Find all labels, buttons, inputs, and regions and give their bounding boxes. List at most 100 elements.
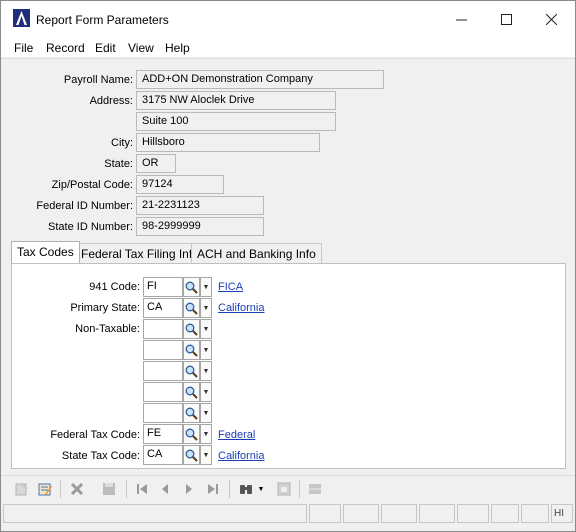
chevron-down-icon: ▼ bbox=[202, 283, 210, 291]
primary-state-label: Primary State: bbox=[70, 302, 140, 314]
last-record-button[interactable] bbox=[204, 480, 222, 498]
title-bar: Report Form Parameters bbox=[1, 1, 575, 37]
tab-federal-tax-filing-info[interactable]: Federal Tax Filing Info bbox=[75, 243, 205, 264]
toolbar: ▼ bbox=[1, 475, 575, 501]
magnifier-icon bbox=[185, 323, 198, 336]
minimize-button[interactable] bbox=[439, 1, 484, 37]
non-taxable-input-1[interactable] bbox=[143, 319, 183, 339]
federal-tax-code-input[interactable]: FE bbox=[143, 424, 183, 444]
chevron-down-icon: ▼ bbox=[202, 451, 210, 459]
toolbar-separator bbox=[60, 480, 61, 498]
delete-button[interactable] bbox=[68, 480, 86, 498]
state-id-label: State ID Number: bbox=[48, 221, 133, 233]
non-taxable-dropdown-button-1[interactable]: ▼ bbox=[200, 319, 212, 339]
non-taxable-dropdown-button-2[interactable]: ▼ bbox=[200, 340, 212, 360]
maximize-button[interactable] bbox=[484, 1, 529, 37]
magnifier-icon bbox=[185, 449, 198, 462]
binoculars-icon bbox=[240, 485, 252, 494]
menu-file[interactable]: File bbox=[14, 41, 33, 55]
federal-id-field: 21-2231123 bbox=[136, 196, 264, 215]
status-panel-6 bbox=[457, 504, 489, 523]
menu-bar: File Record Edit View Help bbox=[1, 37, 575, 57]
window-title: Report Form Parameters bbox=[36, 13, 169, 27]
app-logo-icon bbox=[13, 9, 30, 27]
state-tax-code-lookup-button[interactable] bbox=[183, 445, 200, 465]
city-field: Hillsboro bbox=[136, 133, 320, 152]
non-taxable-lookup-button-5[interactable] bbox=[183, 403, 200, 423]
primary-state-lookup-button[interactable] bbox=[183, 298, 200, 318]
non-taxable-input-5[interactable] bbox=[143, 403, 183, 423]
federal-tax-code-link[interactable]: Federal bbox=[218, 429, 255, 441]
state-field: OR bbox=[136, 154, 176, 173]
status-panel-3 bbox=[343, 504, 379, 523]
menu-record[interactable]: Record bbox=[46, 41, 85, 55]
magnifier-icon bbox=[185, 281, 198, 294]
chevron-down-icon: ▼ bbox=[202, 325, 210, 333]
tax-codes-panel: 941 Code: FI ▼ FICA Primary State: CA ▼ … bbox=[11, 263, 566, 469]
federal-tax-code-label: Federal Tax Code: bbox=[50, 429, 140, 441]
non-taxable-dropdown-button-4[interactable]: ▼ bbox=[200, 382, 212, 402]
report-form-parameters-window: Report Form Parameters File Record Edit … bbox=[0, 0, 576, 532]
state-tax-code-link[interactable]: California bbox=[218, 450, 264, 462]
grid-view-icon bbox=[309, 484, 321, 494]
edit-record-button[interactable] bbox=[36, 480, 54, 498]
federal-tax-code-dropdown-button[interactable]: ▼ bbox=[200, 424, 212, 444]
primary-state-link[interactable]: California bbox=[218, 302, 264, 314]
magnifier-icon bbox=[185, 407, 198, 420]
non-taxable-dropdown-button-3[interactable]: ▼ bbox=[200, 361, 212, 381]
grid-view-button[interactable] bbox=[306, 480, 324, 498]
code-941-lookup-button[interactable] bbox=[183, 277, 200, 297]
previous-record-icon bbox=[162, 484, 168, 494]
chevron-down-icon: ▼ bbox=[202, 367, 210, 375]
save-button[interactable] bbox=[100, 480, 118, 498]
new-record-button[interactable] bbox=[13, 480, 31, 498]
code-941-dropdown-button[interactable]: ▼ bbox=[200, 277, 212, 297]
first-record-button[interactable] bbox=[133, 480, 151, 498]
magnifier-icon bbox=[185, 428, 198, 441]
tab-ach-and-banking-info[interactable]: ACH and Banking Info bbox=[191, 243, 322, 264]
address-line2-field: Suite 100 bbox=[136, 112, 336, 131]
status-panel-7 bbox=[491, 504, 519, 523]
menu-view[interactable]: View bbox=[128, 41, 154, 55]
status-panel-last: HI bbox=[551, 504, 573, 523]
find-button[interactable] bbox=[237, 480, 255, 498]
code-941-input[interactable]: FI bbox=[143, 277, 183, 297]
non-taxable-lookup-button-1[interactable] bbox=[183, 319, 200, 339]
chevron-down-icon: ▼ bbox=[202, 346, 210, 354]
find-dropdown-button[interactable]: ▼ bbox=[256, 480, 266, 498]
status-message-panel bbox=[3, 504, 307, 523]
non-taxable-input-2[interactable] bbox=[143, 340, 183, 360]
non-taxable-lookup-button-4[interactable] bbox=[183, 382, 200, 402]
non-taxable-dropdown-button-5[interactable]: ▼ bbox=[200, 403, 212, 423]
first-record-icon bbox=[137, 484, 147, 494]
previous-record-button[interactable] bbox=[156, 480, 174, 498]
zip-field: 97124 bbox=[136, 175, 224, 194]
non-taxable-input-3[interactable] bbox=[143, 361, 183, 381]
next-record-button[interactable] bbox=[180, 480, 198, 498]
new-record-icon bbox=[15, 483, 28, 496]
non-taxable-input-4[interactable] bbox=[143, 382, 183, 402]
attach-button[interactable] bbox=[275, 480, 293, 498]
menu-edit[interactable]: Edit bbox=[95, 41, 116, 55]
save-icon bbox=[103, 483, 115, 495]
state-tax-code-dropdown-button[interactable]: ▼ bbox=[200, 445, 212, 465]
attachment-icon bbox=[277, 482, 291, 496]
status-panel-2 bbox=[309, 504, 341, 523]
non-taxable-lookup-button-3[interactable] bbox=[183, 361, 200, 381]
primary-state-input[interactable]: CA bbox=[143, 298, 183, 318]
toolbar-separator bbox=[299, 480, 300, 498]
close-button[interactable] bbox=[529, 1, 574, 37]
chevron-down-icon: ▼ bbox=[257, 485, 265, 493]
non-taxable-lookup-button-2[interactable] bbox=[183, 340, 200, 360]
chevron-down-icon: ▼ bbox=[202, 409, 210, 417]
code-941-link[interactable]: FICA bbox=[218, 281, 243, 293]
federal-id-label: Federal ID Number: bbox=[36, 200, 133, 212]
tab-tax-codes[interactable]: Tax Codes bbox=[11, 241, 80, 265]
non-taxable-label: Non-Taxable: bbox=[75, 323, 140, 335]
menu-help[interactable]: Help bbox=[165, 41, 190, 55]
primary-state-dropdown-button[interactable]: ▼ bbox=[200, 298, 212, 318]
status-panel-4 bbox=[381, 504, 417, 523]
state-tax-code-input[interactable]: CA bbox=[143, 445, 183, 465]
federal-tax-code-lookup-button[interactable] bbox=[183, 424, 200, 444]
toolbar-separator bbox=[126, 480, 127, 498]
